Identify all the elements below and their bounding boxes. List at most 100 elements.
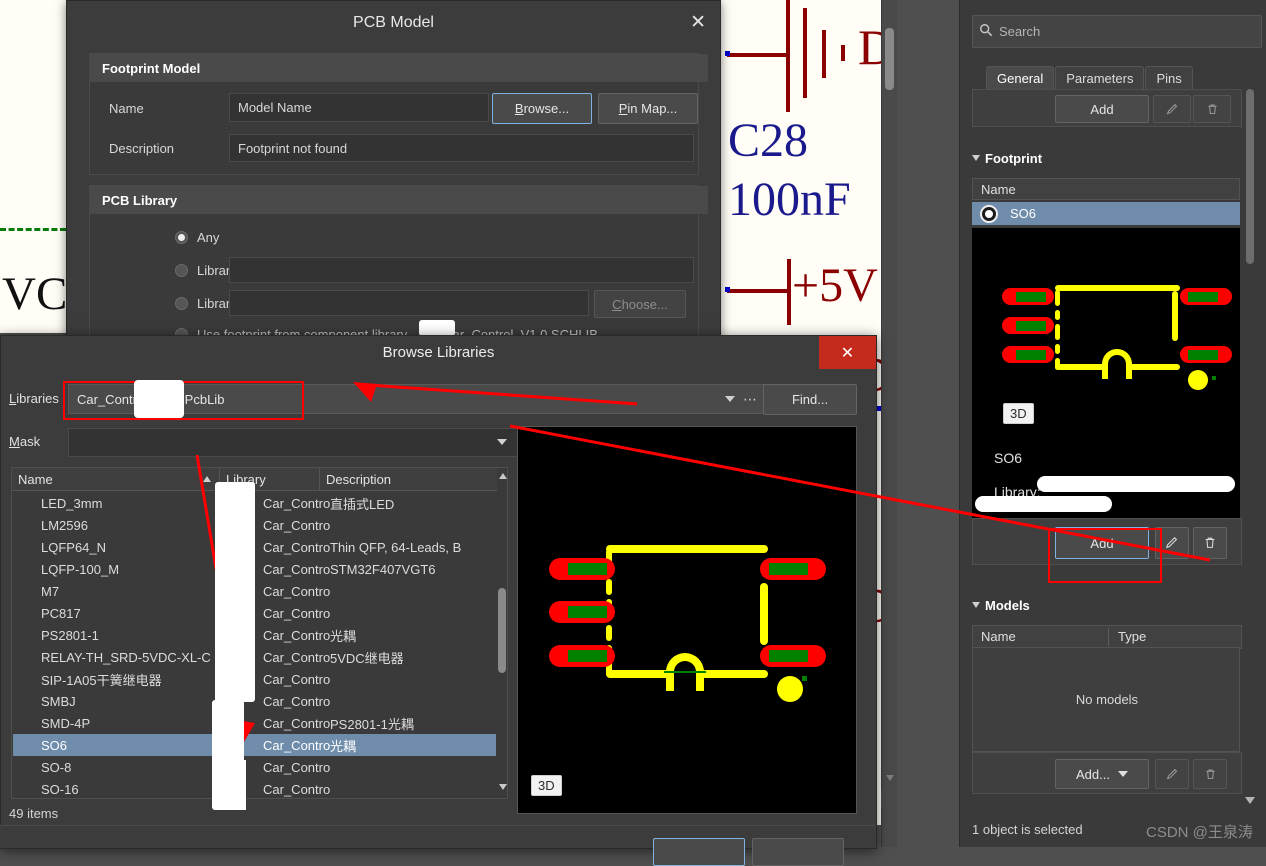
silk-left-seg-1 <box>1055 290 1060 306</box>
footprint-selected-radio-icon[interactable] <box>980 204 998 223</box>
pcb-library-group-header: PCB Library <box>90 186 708 214</box>
chevron-down-icon <box>1117 771 1128 777</box>
models-add-label: Add... <box>1076 766 1110 782</box>
schematic-green-dashed-line <box>0 228 66 231</box>
close-icon[interactable]: ✕ <box>690 11 706 34</box>
browse-preview-3d-badge[interactable]: 3D <box>531 775 562 796</box>
panel-scrollbar-track[interactable] <box>1245 89 1255 792</box>
cell-library: Car_Control_V1.0 <box>263 539 330 555</box>
choose-mnemonic: C <box>612 296 622 312</box>
schematic-vscroll-thumb[interactable] <box>885 28 894 90</box>
mask-combobox[interactable] <box>68 428 518 457</box>
libraries-label-rest: ibraries <box>16 391 59 406</box>
cell-description: PS2801-1光耦 <box>330 716 414 732</box>
browse-label-rest: rowse... <box>523 101 570 116</box>
description-input[interactable]: Footprint not found <box>229 134 694 162</box>
schematic-label-5v: +5V <box>792 259 878 312</box>
parameters-edit-button[interactable] <box>1153 95 1191 123</box>
cell-name: LQFP-100_M <box>41 561 120 577</box>
properties-tabs[interactable]: General Parameters Pins <box>986 66 1194 90</box>
cell-library: Car_Control_V1.0 <box>263 737 330 753</box>
pencil-icon <box>1166 768 1177 779</box>
list-scrollbar-track[interactable] <box>497 468 507 796</box>
pad-right-2 <box>1180 346 1232 363</box>
radio-library-path-icon[interactable] <box>175 297 188 310</box>
preview-pad-right-2 <box>760 645 826 667</box>
list-scroll-up-arrow[interactable] <box>499 473 507 479</box>
table-row[interactable]: SO-16 Car_Control_V1.0 <box>13 778 496 800</box>
radio-any[interactable]: Any <box>175 230 219 245</box>
library-path-input[interactable] <box>229 290 589 316</box>
list-scrollbar-thumb[interactable] <box>498 588 506 673</box>
cell-description: 光耦 <box>330 738 357 754</box>
collapse-triangle-icon <box>972 155 980 161</box>
panel-scroll-down-arrow[interactable] <box>1245 797 1255 804</box>
model-name-input[interactable]: Model Name <box>229 93 489 122</box>
search-input[interactable]: Search <box>972 15 1262 48</box>
schematic-cap-plate-1 <box>786 0 790 112</box>
models-add-button[interactable]: Add... <box>1055 759 1149 789</box>
tab-general[interactable]: General <box>986 66 1055 90</box>
preview-pad-left-2 <box>549 601 615 623</box>
radio-library-name-icon[interactable] <box>175 264 188 277</box>
footprint-section-header[interactable]: Footprint <box>972 151 1042 166</box>
chevron-down-icon[interactable] <box>497 439 507 445</box>
cell-description: 5VDC继电器 <box>330 650 404 666</box>
preview-silk-right <box>760 583 768 645</box>
parameters-add-button[interactable]: Add <box>1055 95 1149 123</box>
schematic-power-bar-5v <box>787 259 791 325</box>
library-name-input[interactable] <box>229 257 694 283</box>
parameters-delete-button[interactable] <box>1193 95 1231 123</box>
cell-library: Car_Control_V1.0 <box>263 649 330 665</box>
cell-name: SO-8 <box>41 759 72 775</box>
footprint-row-so6[interactable]: SO6 <box>972 202 1240 225</box>
list-column-description[interactable]: Description <box>320 468 497 491</box>
schematic-label-c28-value: 100nF <box>728 173 851 226</box>
cell-library: Car_Control_V1.0 <box>263 561 330 577</box>
pin-map-button[interactable]: Pin Map... <box>598 93 698 124</box>
annotation-arrow-long-diagonal <box>509 395 1211 565</box>
mask-label-rest: ask <box>19 434 41 449</box>
silk-left-seg-3 <box>1055 324 1060 340</box>
browse-close-button[interactable]: ✕ <box>819 336 876 369</box>
parameters-toolbar: Add <box>972 89 1255 127</box>
cell-description: 直插式LED <box>330 496 395 512</box>
list-scroll-down-arrow[interactable] <box>499 784 507 790</box>
cell-library: Car_Control_V1.0 <box>263 583 330 599</box>
ok-button[interactable] <box>653 838 745 866</box>
cell-library: Car_Control_V1.0 <box>263 693 330 709</box>
cell-library: Car_Control_V1.0 <box>263 627 330 643</box>
pinmap-label-rest: in Map... <box>627 101 678 116</box>
panel-scrollbar-thumb[interactable] <box>1246 89 1254 264</box>
browse-button[interactable]: Browse... <box>492 93 592 124</box>
schematic-pin-dot-1 <box>725 51 730 56</box>
tab-pins[interactable]: Pins <box>1145 66 1193 90</box>
cell-name: SMBJ <box>41 693 76 709</box>
footprint-column-name: Name <box>981 181 1016 197</box>
silk-right <box>1172 291 1178 341</box>
cell-name: M7 <box>41 583 60 599</box>
pcb-model-titlebar[interactable]: PCB Model ✕ <box>67 1 720 46</box>
browse-dialog-footer <box>0 825 875 866</box>
cell-name: SIP-1A05干簧继电器 <box>41 672 162 688</box>
pcb-model-title: PCB Model <box>353 14 434 31</box>
model-name-value: Model Name <box>238 100 312 115</box>
models-delete-button[interactable] <box>1193 759 1227 789</box>
choose-button[interactable]: Choose... <box>594 290 686 318</box>
browse-libraries-titlebar[interactable]: Browse Libraries <box>1 336 876 369</box>
models-empty-text: No models <box>1075 692 1139 707</box>
silk-left-seg-4 <box>1055 344 1060 354</box>
pad-left-2 <box>1002 317 1054 334</box>
silk-bottom-right <box>1129 364 1180 370</box>
cell-name: LQFP64_N <box>41 539 107 555</box>
schematic-vscroll-down-arrow[interactable] <box>886 775 894 781</box>
browse-libraries-title: Browse Libraries <box>382 344 495 361</box>
radio-any-icon[interactable] <box>175 231 188 244</box>
models-section-header[interactable]: Models <box>972 598 1030 613</box>
cancel-button[interactable] <box>752 838 844 866</box>
tab-parameters[interactable]: Parameters <box>1055 66 1145 90</box>
models-edit-button[interactable] <box>1155 759 1189 789</box>
cell-name: SMD-4P <box>41 715 91 731</box>
cell-library: Car_Control_V1.0 <box>263 715 330 731</box>
table-row[interactable]: SO-8 Car_Control_V1.0 <box>13 756 496 778</box>
